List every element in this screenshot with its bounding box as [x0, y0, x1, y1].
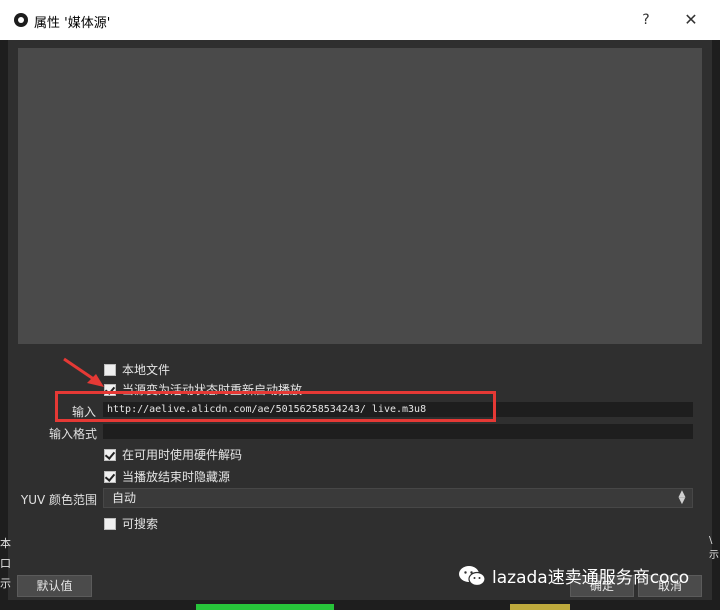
help-button[interactable]: ? — [636, 10, 656, 30]
hide-on-end-label: 当播放结束时隐藏源 — [122, 470, 231, 484]
yuv-range-label: YUV 颜色范围 — [20, 493, 97, 507]
input-format-field[interactable] — [103, 424, 693, 439]
background-edge-text: 口 — [0, 557, 11, 570]
hw-decode-option[interactable]: 在可用时使用硬件解码 — [104, 446, 242, 463]
background-edge-text: 示 — [0, 577, 11, 590]
wechat-icon — [459, 565, 486, 586]
local-file-label: 本地文件 — [122, 363, 171, 377]
red-arrow-annotation — [63, 357, 104, 387]
red-highlight-box — [55, 391, 496, 422]
input-format-label: 输入格式 — [48, 427, 97, 441]
select-arrows-icon: ▲ ▼ — [678, 489, 686, 506]
window-title: 属性 '媒体源' — [34, 16, 111, 31]
obs-app-icon — [14, 13, 28, 27]
audio-meter-green — [196, 604, 334, 610]
hide-on-end-option[interactable]: 当播放结束时隐藏源 — [104, 468, 230, 485]
background-right-strip — [712, 40, 720, 610]
defaults-button[interactable]: 默认值 — [17, 575, 92, 597]
close-button[interactable]: ✕ — [680, 10, 702, 30]
hide-on-end-checkbox[interactable] — [104, 470, 116, 483]
yuv-range-value: 自动 — [112, 491, 137, 505]
yuv-range-select[interactable]: 自动 ▲ ▼ — [103, 488, 693, 508]
background-left-strip — [0, 40, 8, 610]
background-bottom-bar — [0, 600, 720, 610]
seekable-label: 可搜索 — [122, 517, 159, 531]
title-bar: 属性 '媒体源' ? ✕ — [0, 0, 720, 40]
watermark-text: lazada速卖通服务商coco — [492, 568, 690, 588]
watermark: lazada速卖通服务商coco — [458, 563, 689, 588]
hw-decode-checkbox[interactable] — [104, 448, 116, 461]
audio-meter-yellow — [510, 604, 570, 610]
background-edge-text: 本 — [0, 537, 11, 550]
hw-decode-label: 在可用时使用硬件解码 — [122, 448, 243, 462]
seekable-checkbox[interactable] — [104, 517, 116, 530]
local-file-option[interactable]: 本地文件 — [104, 361, 170, 378]
background-edge-text-right: \ 示 — [709, 535, 719, 561]
seekable-option[interactable]: 可搜索 — [104, 515, 158, 532]
media-preview — [18, 48, 702, 344]
